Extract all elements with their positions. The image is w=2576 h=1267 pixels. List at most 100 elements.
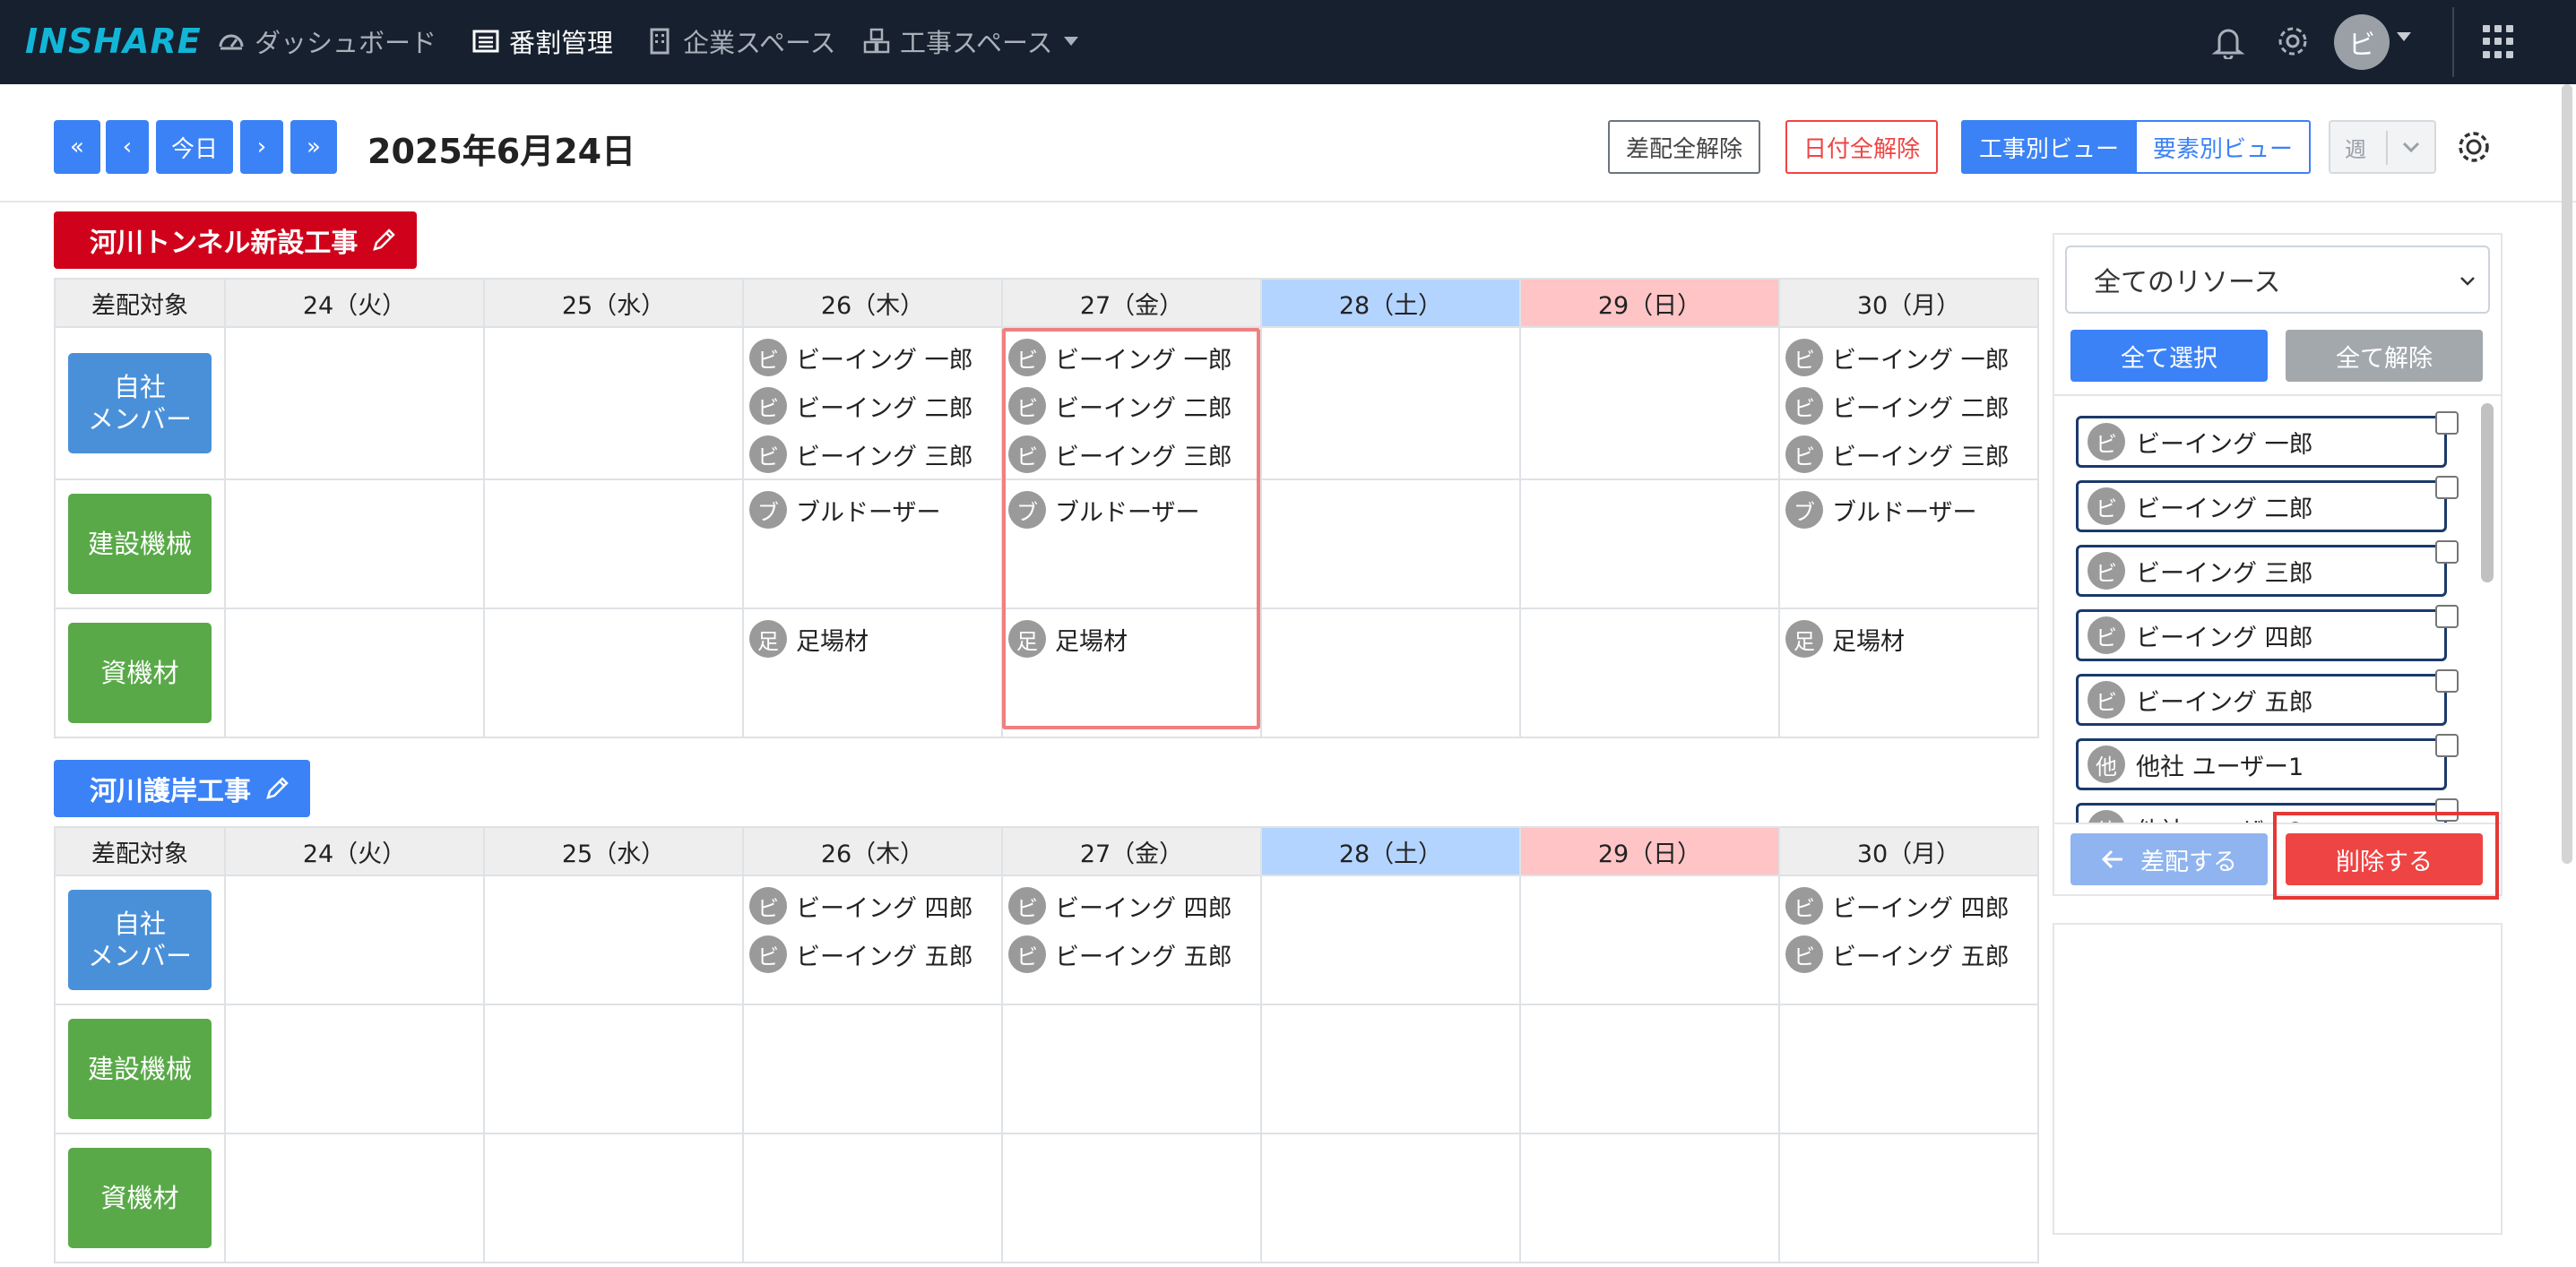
next-button[interactable]: › bbox=[240, 120, 283, 174]
day-header[interactable]: 29（日） bbox=[1519, 826, 1780, 876]
assignment-chip[interactable]: ブブルドーザー bbox=[1008, 486, 1260, 534]
resource-list[interactable]: ビビーイング 一郎ビビーイング 二郎ビビーイング 三郎ビビーイング 四郎ビビーイ… bbox=[2054, 394, 2501, 824]
resource-checkbox[interactable] bbox=[2435, 798, 2459, 822]
element-view-button[interactable]: 要素別ビュー bbox=[2137, 120, 2312, 174]
schedule-cell[interactable] bbox=[1260, 326, 1521, 480]
schedule-cell[interactable] bbox=[224, 326, 485, 480]
apps-grid-icon[interactable] bbox=[2483, 25, 2517, 59]
delete-button[interactable]: 削除する bbox=[2286, 833, 2483, 885]
assignment-chip[interactable]: ビビーイング 五郎 bbox=[749, 930, 1001, 978]
prev-button[interactable]: ‹ bbox=[106, 120, 149, 174]
pencil-icon[interactable] bbox=[264, 775, 290, 802]
schedule-cell[interactable] bbox=[742, 1004, 1003, 1134]
assignment-chip[interactable]: ビビーイング 一郎 bbox=[1008, 333, 1260, 382]
assign-button[interactable]: 差配する bbox=[2070, 833, 2268, 885]
day-header[interactable]: 28（土） bbox=[1260, 278, 1521, 328]
schedule-cell[interactable]: ブブルドーザー bbox=[1778, 478, 2039, 609]
schedule-cell[interactable] bbox=[1519, 326, 1780, 480]
clear-date-assignments-button[interactable]: 日付全解除 bbox=[1785, 120, 1938, 174]
schedule-cell[interactable] bbox=[1519, 478, 1780, 609]
schedule-cell[interactable] bbox=[483, 608, 744, 738]
schedule-cell[interactable]: ビビーイング 一郎ビビーイング 二郎ビビーイング 三郎 bbox=[742, 326, 1003, 480]
schedule-cell[interactable] bbox=[1260, 875, 1521, 1005]
resource-checkbox[interactable] bbox=[2435, 540, 2459, 564]
user-avatar[interactable]: ビ bbox=[2334, 14, 2390, 70]
resource-item[interactable]: 他他社 ユーザー1 bbox=[2076, 734, 2459, 790]
resource-checkbox[interactable] bbox=[2435, 605, 2459, 628]
schedule-cell[interactable] bbox=[483, 478, 744, 609]
schedule-cell[interactable] bbox=[1519, 1133, 1780, 1263]
assignment-chip[interactable]: ビビーイング 二郎 bbox=[749, 382, 1001, 430]
assignment-chip[interactable]: ビビーイング 四郎 bbox=[749, 882, 1001, 930]
schedule-cell[interactable]: ビビーイング 一郎ビビーイング 二郎ビビーイング 三郎 bbox=[1001, 326, 1262, 480]
gear-icon[interactable] bbox=[2271, 20, 2314, 63]
schedule-cell[interactable]: ビビーイング 四郎ビビーイング 五郎 bbox=[1778, 875, 2039, 1005]
project-title-2[interactable]: 河川護岸工事 bbox=[54, 760, 310, 817]
schedule-cell[interactable] bbox=[1519, 1004, 1780, 1134]
project-view-button[interactable]: 工事別ビュー bbox=[1961, 120, 2138, 174]
row-category-button[interactable]: 建設機械 bbox=[68, 494, 212, 594]
resource-item[interactable]: ビビーイング 三郎 bbox=[2076, 540, 2459, 597]
assignment-chip[interactable]: ビビーイング 二郎 bbox=[1785, 382, 2037, 430]
row-category-button[interactable]: 自社 メンバー bbox=[68, 353, 212, 453]
assignment-chip[interactable]: ビビーイング 二郎 bbox=[1008, 382, 1260, 430]
resource-item[interactable]: ビビーイング 五郎 bbox=[2076, 669, 2459, 726]
schedule-cell[interactable] bbox=[1778, 1004, 2039, 1134]
resource-checkbox[interactable] bbox=[2435, 669, 2459, 693]
schedule-cell[interactable]: 足足場材 bbox=[1778, 608, 2039, 738]
assignment-chip[interactable]: 足足場材 bbox=[749, 615, 1001, 663]
bell-icon[interactable] bbox=[2207, 20, 2250, 63]
row-category-button[interactable]: 自社 メンバー bbox=[68, 890, 212, 990]
day-header[interactable]: 27（金） bbox=[1001, 278, 1262, 328]
nav-project-space[interactable]: 工事スペース bbox=[862, 22, 1078, 61]
assignment-chip[interactable]: ビビーイング 三郎 bbox=[1785, 430, 2037, 478]
resource-list-scrollbar[interactable] bbox=[2481, 403, 2494, 582]
schedule-cell[interactable] bbox=[483, 326, 744, 480]
row-category-button[interactable]: 建設機械 bbox=[68, 1019, 212, 1119]
assignment-chip[interactable]: ビビーイング 一郎 bbox=[1785, 333, 2037, 382]
schedule-cell[interactable]: ビビーイング 四郎ビビーイング 五郎 bbox=[1001, 875, 1262, 1005]
schedule-cell[interactable] bbox=[224, 875, 485, 1005]
schedule-cell[interactable] bbox=[1260, 478, 1521, 609]
schedule-cell[interactable] bbox=[1260, 1004, 1521, 1134]
resource-item[interactable]: ビビーイング 四郎 bbox=[2076, 605, 2459, 661]
day-header[interactable]: 24（火） bbox=[224, 826, 485, 876]
day-header[interactable]: 27（金） bbox=[1001, 826, 1262, 876]
assignment-chip[interactable]: ビビーイング 四郎 bbox=[1785, 882, 2037, 930]
user-menu-chevron-icon[interactable] bbox=[2397, 32, 2411, 41]
nav-company-space[interactable]: 企業スペース bbox=[645, 22, 836, 61]
day-header[interactable]: 26（木） bbox=[742, 826, 1003, 876]
schedule-cell[interactable]: ブブルドーザー bbox=[742, 478, 1003, 609]
assignment-chip[interactable]: ビビーイング 四郎 bbox=[1008, 882, 1260, 930]
assignment-chip[interactable]: ビビーイング 三郎 bbox=[749, 430, 1001, 478]
day-header[interactable]: 30（月） bbox=[1778, 826, 2039, 876]
schedule-cell[interactable]: 足足場材 bbox=[742, 608, 1003, 738]
assignment-chip[interactable]: ビビーイング 五郎 bbox=[1008, 930, 1260, 978]
last-page-button[interactable]: » bbox=[290, 120, 337, 174]
schedule-cell[interactable] bbox=[224, 608, 485, 738]
day-header[interactable]: 29（日） bbox=[1519, 278, 1780, 328]
day-header[interactable]: 24（火） bbox=[224, 278, 485, 328]
day-header[interactable]: 26（木） bbox=[742, 278, 1003, 328]
schedule-cell[interactable] bbox=[483, 1133, 744, 1263]
schedule-cell[interactable] bbox=[483, 1004, 744, 1134]
clear-all-assignments-button[interactable]: 差配全解除 bbox=[1608, 120, 1760, 174]
row-category-button[interactable]: 資機材 bbox=[68, 623, 212, 723]
schedule-cell[interactable] bbox=[1519, 608, 1780, 738]
day-header[interactable]: 28（土） bbox=[1260, 826, 1521, 876]
assignment-chip[interactable]: ブブルドーザー bbox=[749, 486, 1001, 534]
assignment-chip[interactable]: ビビーイング 一郎 bbox=[749, 333, 1001, 382]
schedule-cell[interactable] bbox=[1778, 1133, 2039, 1263]
assignment-chip[interactable]: 足足場材 bbox=[1785, 615, 2037, 663]
project-title-1[interactable]: 河川トンネル新設工事 bbox=[54, 211, 418, 269]
nav-assignment[interactable]: 番割管理 bbox=[471, 22, 613, 61]
select-all-button[interactable]: 全て選択 bbox=[2070, 330, 2268, 382]
today-button[interactable]: 今日 bbox=[156, 120, 233, 174]
resource-item[interactable]: 他他社 ユーザー2 bbox=[2076, 798, 2459, 823]
resource-filter-select[interactable]: 全てのリソース bbox=[2065, 246, 2490, 314]
schedule-cell[interactable] bbox=[224, 1133, 485, 1263]
schedule-cell[interactable]: ブブルドーザー bbox=[1001, 478, 1262, 609]
pencil-icon[interactable] bbox=[370, 227, 397, 254]
schedule-cell[interactable] bbox=[1001, 1004, 1262, 1134]
schedule-cell[interactable] bbox=[742, 1133, 1003, 1263]
